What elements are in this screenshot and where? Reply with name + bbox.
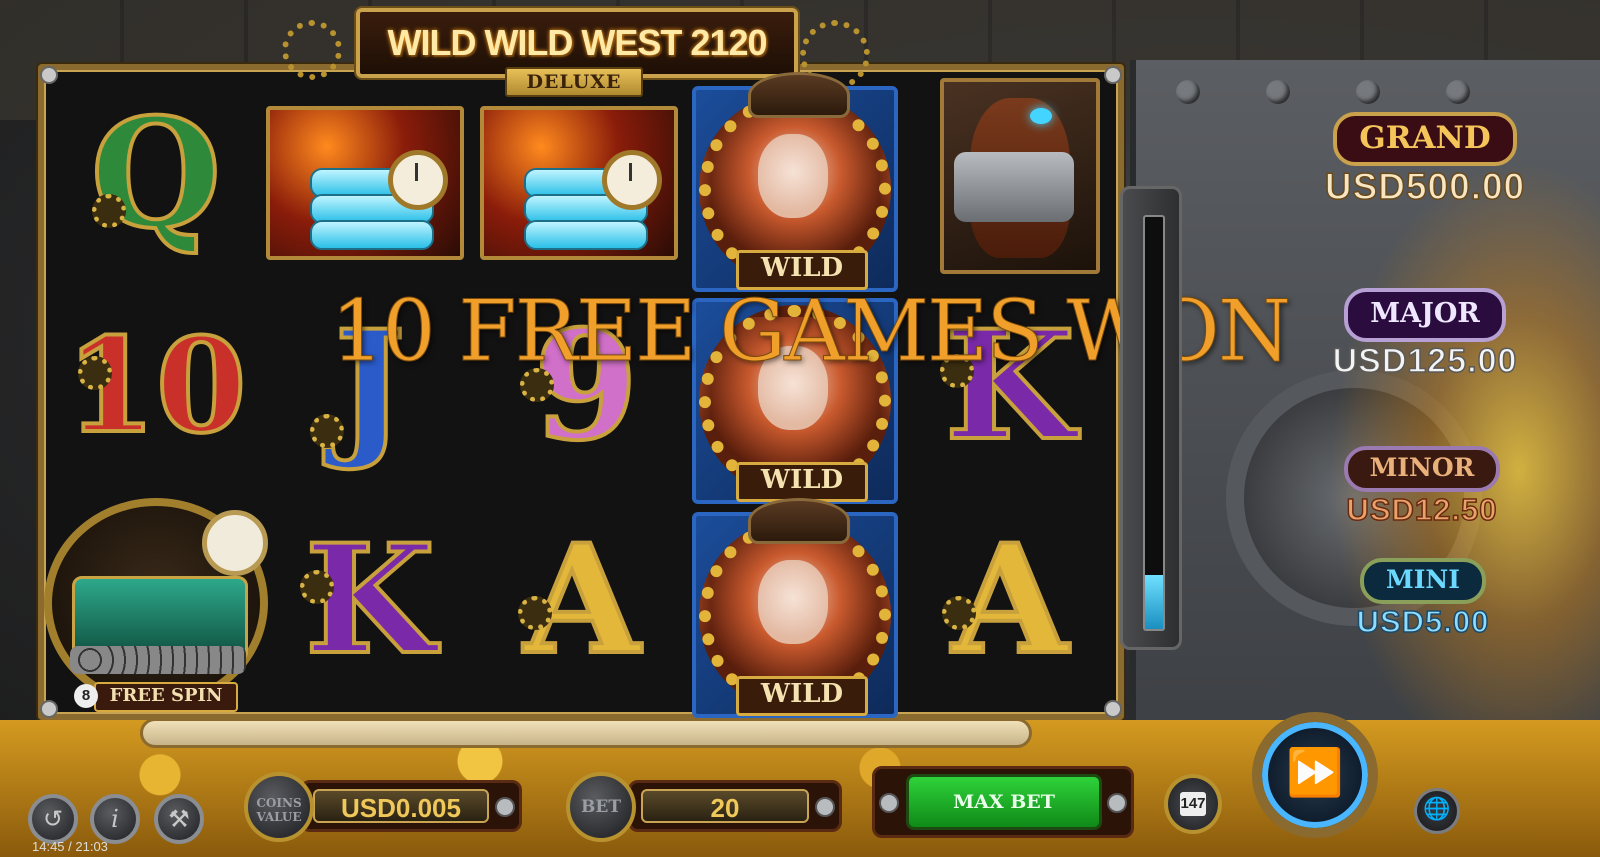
horse-armor (954, 152, 1074, 222)
wild-portrait (758, 134, 828, 218)
game-subtitle: DELUXE (505, 67, 643, 97)
symbol-a: A (910, 500, 1110, 700)
jackpot-major-value: USD125.00 (1332, 341, 1518, 381)
bonus-meter (1120, 186, 1182, 650)
meter-fill (1145, 575, 1163, 629)
gear-icon (282, 20, 342, 80)
symbol-wild: WILD (692, 498, 898, 718)
wild-label: WILD (736, 462, 868, 502)
session-time: 14:45 / 21:03 (32, 839, 108, 854)
jackpot-minor: MINOR USD12.50 (1312, 446, 1532, 528)
bet-label[interactable]: BET (566, 772, 636, 842)
jackpot-major: MAJOR USD125.00 (1290, 288, 1560, 381)
dynamite-stick (524, 220, 648, 250)
game-stage: WILD WILD WEST 2120 DELUXE Q WILD 10 J 9… (0, 0, 1600, 857)
max-bet-button[interactable]: MAX BET (906, 774, 1102, 830)
clock-icon (388, 150, 448, 210)
autoplay-count: 147 (1180, 792, 1206, 816)
jackpot-mini: MINI USD5.00 (1328, 558, 1518, 640)
screw (879, 793, 899, 813)
meter-tube (1143, 215, 1165, 631)
free-spin-label: FREE SPIN (94, 682, 238, 712)
dynamite-stick (310, 220, 434, 250)
symbol-letter: K (303, 510, 437, 690)
symbol-free-spin-train: FREE SPIN 8 (44, 498, 268, 712)
symbol-a: A (482, 500, 682, 700)
language-button[interactable]: 🌐 (1414, 788, 1460, 834)
horse-eye (1030, 108, 1052, 124)
jackpot-mini-label: MINI (1360, 558, 1486, 604)
gear-icon (300, 570, 334, 604)
autoplay-counter[interactable]: 147 (1164, 774, 1222, 834)
wild-portrait (758, 560, 828, 644)
symbol-horse (940, 78, 1100, 274)
symbol-q: Q (56, 74, 256, 274)
message-bar (140, 718, 1032, 748)
hat-icon (748, 498, 850, 544)
rivet (1104, 700, 1122, 718)
fast-forward-icon: ⏩ (1286, 745, 1344, 799)
jackpot-major-label: MAJOR (1344, 288, 1506, 342)
gear-icon (942, 596, 976, 630)
vault-bolt (1176, 80, 1200, 104)
symbol-letter: A (522, 510, 642, 690)
symbol-wild: WILD (692, 72, 898, 292)
rivet (1104, 66, 1122, 84)
bet-field[interactable]: 20 (628, 780, 842, 832)
screw (815, 797, 835, 817)
jackpot-grand: GRAND USD500.00 (1280, 112, 1570, 208)
spin-button[interactable]: ⏩ (1252, 712, 1378, 838)
symbol-10: 10 (56, 286, 256, 486)
globe-icon: 🌐 (1423, 797, 1451, 822)
gauge-icon (202, 510, 268, 576)
gear-icon (78, 356, 112, 390)
bet-value: 20 (641, 789, 809, 823)
screw (495, 797, 515, 817)
gear-icon (92, 194, 126, 228)
gear-icon (518, 596, 552, 630)
clock-icon (602, 150, 662, 210)
symbol-k: K (270, 500, 470, 700)
history-icon: ↺ (42, 805, 64, 833)
hat-icon (748, 72, 850, 118)
info-icon: i (111, 805, 119, 833)
wrench-icon: ⚒ (168, 805, 190, 833)
symbol-letter: Q (89, 84, 224, 264)
history-button[interactable]: ↺ (28, 794, 78, 844)
screw (1107, 793, 1127, 813)
gear-icon (310, 414, 344, 448)
train-wheels (70, 646, 246, 674)
wild-label: WILD (736, 676, 868, 716)
game-title: WILD WILD WEST 2120 (387, 22, 767, 63)
vault-bolt (1356, 80, 1380, 104)
settings-button[interactable]: ⚒ (154, 794, 204, 844)
jackpot-grand-value: USD500.00 (1324, 165, 1526, 208)
symbol-letter: A (950, 510, 1070, 690)
symbol-dynamite (480, 106, 678, 260)
coins-value-field[interactable]: USD0.005 (300, 780, 522, 832)
vault-bolt (1266, 80, 1290, 104)
vault-bolt (1446, 80, 1470, 104)
symbol-dynamite (266, 106, 464, 260)
jackpot-grand-label: GRAND (1333, 112, 1517, 166)
jackpot-minor-label: MINOR (1343, 446, 1501, 492)
coins-value-label[interactable]: COINS VALUE (244, 772, 314, 842)
rivet (40, 700, 58, 718)
info-button[interactable]: i (90, 794, 140, 844)
jackpot-mini-value: USD5.00 (1356, 603, 1490, 640)
free-spin-count: 8 (74, 684, 98, 708)
coins-value: USD0.005 (313, 789, 489, 823)
jackpot-minor-value: USD12.50 (1346, 491, 1498, 528)
